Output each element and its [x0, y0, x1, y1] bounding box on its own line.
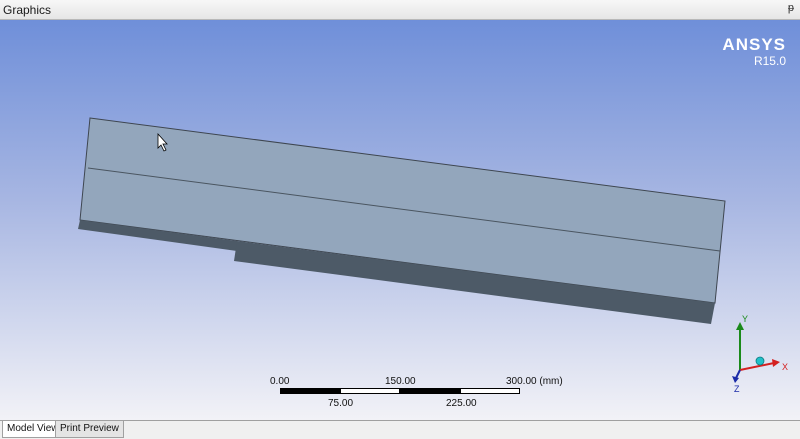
- scale-segment-1: [280, 388, 340, 394]
- triad-x-label: X: [782, 362, 788, 372]
- window-title: Graphics: [3, 3, 52, 17]
- scale-label-225: 225.00: [446, 398, 477, 409]
- view-tab-strip: Model View Print Preview: [0, 420, 800, 439]
- model-geometry[interactable]: [0, 20, 800, 420]
- scale-label-300: 300.00 (mm): [506, 376, 563, 387]
- isometric-view-sphere-icon[interactable]: [755, 356, 765, 366]
- pin-icon[interactable]: ᵽ: [788, 2, 794, 14]
- scale-label-150: 150.00: [385, 376, 416, 387]
- scale-bar: 0.00 150.00 300.00 (mm) 75.00 225.00: [270, 376, 570, 416]
- scale-segment-2: [340, 388, 400, 394]
- graphics-viewport[interactable]: ANSYS R15.0 0.00 150.00 300.00 (mm) 75.0…: [0, 20, 800, 420]
- coordinate-triad[interactable]: Y X Z: [720, 310, 800, 400]
- x-axis-arrow-icon: [772, 359, 780, 367]
- tab-print-preview[interactable]: Print Preview: [55, 421, 124, 438]
- z-axis-arrow-icon: [732, 376, 739, 383]
- scale-label-0: 0.00: [270, 376, 290, 387]
- z-axis: [735, 369, 741, 379]
- triad-y-label: Y: [742, 314, 748, 324]
- triad-z-label: Z: [734, 384, 740, 394]
- scale-label-75: 75.00: [328, 398, 354, 409]
- graphics-title-bar: Graphics ᵽ: [0, 0, 800, 20]
- scale-segment-4: [460, 388, 520, 394]
- scale-segment-3: [400, 388, 460, 394]
